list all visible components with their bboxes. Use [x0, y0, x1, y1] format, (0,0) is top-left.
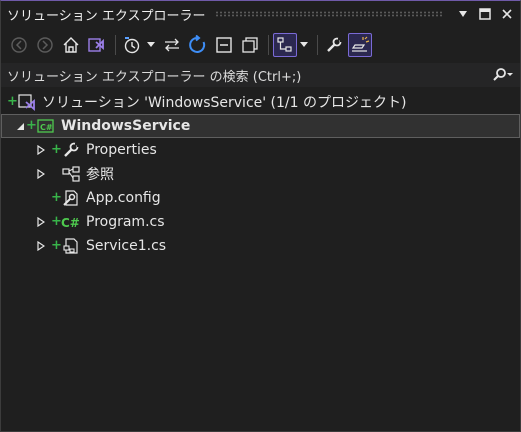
added-marker-icon: +: [51, 190, 62, 205]
solution-icon: [17, 93, 37, 111]
added-marker-icon: +: [26, 118, 37, 133]
added-marker-icon: +: [51, 214, 62, 229]
properties-wrench-icon[interactable]: [322, 33, 346, 57]
tree-node-program-cs[interactable]: + C# Program.cs: [1, 210, 520, 234]
window-options-dropdown-icon[interactable]: [454, 5, 472, 23]
home-icon[interactable]: [59, 33, 83, 57]
tree-node-properties[interactable]: + Properties: [1, 138, 520, 162]
added-marker-icon: +: [7, 94, 18, 109]
toolbar-separator: [115, 35, 116, 55]
project-label: WindowsService: [61, 118, 191, 134]
tree-node-project[interactable]: + C# WindowsService: [1, 114, 520, 138]
wrench-icon: [61, 141, 81, 159]
title-bar: ソリューション エクスプローラー: [1, 1, 520, 27]
component-file-icon: [61, 237, 81, 255]
tree-node-app-config[interactable]: + App.config: [1, 186, 520, 210]
search-bar[interactable]: ソリューション エクスプローラー の検索 (Ctrl+;): [1, 63, 520, 87]
pending-changes-filter-icon[interactable]: [120, 33, 144, 57]
expand-arrow-icon[interactable]: [35, 216, 47, 228]
service1-cs-label: Service1.cs: [86, 238, 167, 254]
show-all-files-icon[interactable]: [238, 33, 262, 57]
svg-text:C#: C#: [61, 216, 80, 230]
added-marker-icon: +: [51, 238, 62, 253]
tree-node-service1-cs[interactable]: + Service1.cs: [1, 234, 520, 258]
tree-node-references[interactable]: 参照: [1, 162, 520, 186]
expand-arrow-icon[interactable]: [35, 240, 47, 252]
window-title: ソリューション エクスプローラー: [7, 8, 206, 24]
forward-icon[interactable]: [33, 33, 57, 57]
view-code-icon[interactable]: [348, 33, 372, 57]
preview-selected-items-icon[interactable]: [273, 33, 297, 57]
collapse-all-icon[interactable]: [212, 33, 236, 57]
close-icon[interactable]: [498, 5, 516, 23]
app-config-label: App.config: [86, 190, 161, 206]
collapse-arrow-icon[interactable]: [14, 120, 26, 132]
properties-label: Properties: [86, 142, 157, 158]
toolbar: [1, 29, 520, 61]
program-cs-label: Program.cs: [86, 214, 165, 230]
maximize-icon[interactable]: [476, 5, 494, 23]
pending-changes-dropdown-icon[interactable]: [146, 33, 156, 57]
toolbar-separator: [317, 35, 318, 55]
references-label: 参照: [86, 167, 114, 183]
references-icon: [61, 165, 81, 183]
drag-grip[interactable]: [215, 11, 444, 17]
refresh-icon[interactable]: [186, 33, 210, 57]
expand-arrow-icon[interactable]: [35, 168, 47, 180]
back-icon[interactable]: [7, 33, 31, 57]
solution-label: ソリューション 'WindowsService' (1/1 のプロジェクト): [42, 95, 407, 111]
preview-dropdown-icon[interactable]: [299, 33, 309, 57]
solution-tree: + ソリューション 'WindowsService' (1/1 のプロジェクト)…: [1, 90, 520, 258]
csharp-project-icon: C#: [36, 117, 56, 135]
switch-views-icon[interactable]: [85, 33, 109, 57]
tree-node-solution[interactable]: + ソリューション 'WindowsService' (1/1 のプロジェクト): [1, 90, 520, 114]
toolbar-separator: [268, 35, 269, 55]
added-marker-icon: +: [51, 142, 62, 157]
search-icon[interactable]: [486, 64, 520, 86]
svg-text:C#: C#: [40, 123, 53, 132]
expand-arrow-icon[interactable]: [35, 144, 47, 156]
csharp-file-icon: C#: [61, 213, 81, 231]
search-input[interactable]: ソリューション エクスプローラー の検索 (Ctrl+;): [1, 66, 486, 85]
config-file-icon: [61, 189, 81, 207]
sync-with-active-document-icon[interactable]: [160, 33, 184, 57]
